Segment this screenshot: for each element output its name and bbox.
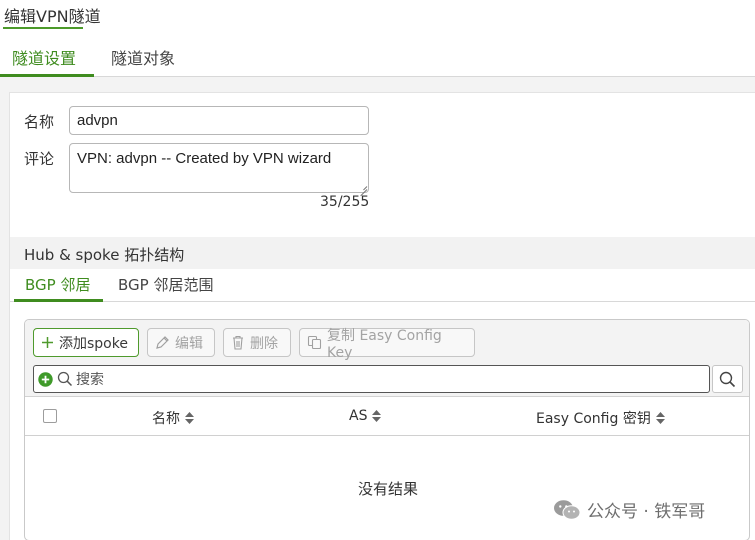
section-title: Hub & spoke 拓扑结构 — [24, 246, 185, 264]
empty-state-text: 没有结果 — [357, 480, 418, 498]
edit-label: 编辑 — [175, 335, 203, 352]
active-tab-indicator — [0, 74, 94, 77]
comment-field[interactable]: VPN: advpn -- Created by VPN wizard — [69, 143, 369, 193]
settings-panel: 名称 评论 VPN: advpn -- Created by VPN wizar… — [9, 92, 755, 540]
page-title: 编辑VPN隧道 — [4, 7, 101, 26]
wechat-icon — [554, 499, 581, 520]
main-tabs: 隧道设置 隧道对象 — [0, 32, 755, 77]
search-box[interactable] — [33, 365, 710, 393]
edit-button[interactable]: 编辑 — [147, 328, 215, 357]
comment-char-counter: 35/255 — [320, 194, 370, 210]
title-underline — [3, 27, 83, 29]
subtab-bgp-neighbor-range[interactable]: BGP 邻居范围 — [118, 274, 213, 295]
column-header-easy-config-key[interactable]: Easy Config 密钥 — [536, 408, 666, 428]
name-label: 名称 — [24, 113, 55, 131]
column-header-as[interactable]: AS — [349, 408, 382, 424]
sort-icon — [185, 412, 194, 424]
copy-icon — [307, 335, 322, 350]
watermark-text: 公众号 · 铁军哥 — [587, 502, 706, 522]
sort-icon — [372, 410, 382, 422]
plus-icon — [42, 337, 53, 348]
search-icon — [719, 371, 736, 387]
trash-icon — [233, 335, 243, 350]
comment-label: 评论 — [24, 150, 55, 168]
copy-easy-config-key-button[interactable]: 复制 Easy Config Key — [299, 328, 475, 361]
subtab-divider — [10, 301, 755, 302]
name-field[interactable] — [69, 106, 369, 135]
tab-tunnel-objects[interactable]: 隧道对象 — [111, 45, 175, 69]
table-header-row: 名称 AS Easy Config 密钥 — [25, 398, 749, 436]
add-spoke-label: 添加spoke — [59, 335, 128, 352]
delete-button[interactable]: 删除 — [223, 328, 291, 357]
add-circle-icon[interactable] — [38, 372, 53, 387]
copy-easy-config-key-label: 复制 Easy Config Key — [327, 327, 442, 361]
search-button[interactable] — [712, 365, 743, 393]
edit-icon — [156, 336, 169, 349]
column-header-easy-config-key-label: Easy Config 密钥 — [536, 411, 651, 427]
title-bar: 编辑VPN隧道 — [0, 0, 755, 32]
sort-icon — [655, 412, 665, 424]
watermark: 公众号 · 铁军哥 — [553, 497, 705, 522]
search-icon — [57, 371, 73, 387]
active-subtab-indicator — [14, 299, 103, 302]
subtab-bgp-neighbors[interactable]: BGP 邻居 — [25, 274, 90, 295]
column-header-as-label: AS — [349, 408, 368, 424]
select-all-checkbox[interactable] — [43, 409, 57, 423]
tab-tunnel-settings[interactable]: 隧道设置 — [12, 45, 76, 69]
add-spoke-button[interactable]: 添加spoke — [33, 328, 139, 357]
section-header: Hub & spoke 拓扑结构 — [10, 237, 755, 269]
column-header-name-label: 名称 — [152, 411, 180, 427]
column-header-name[interactable]: 名称 — [152, 408, 195, 428]
search-input[interactable] — [76, 369, 696, 389]
delete-label: 删除 — [250, 335, 278, 352]
